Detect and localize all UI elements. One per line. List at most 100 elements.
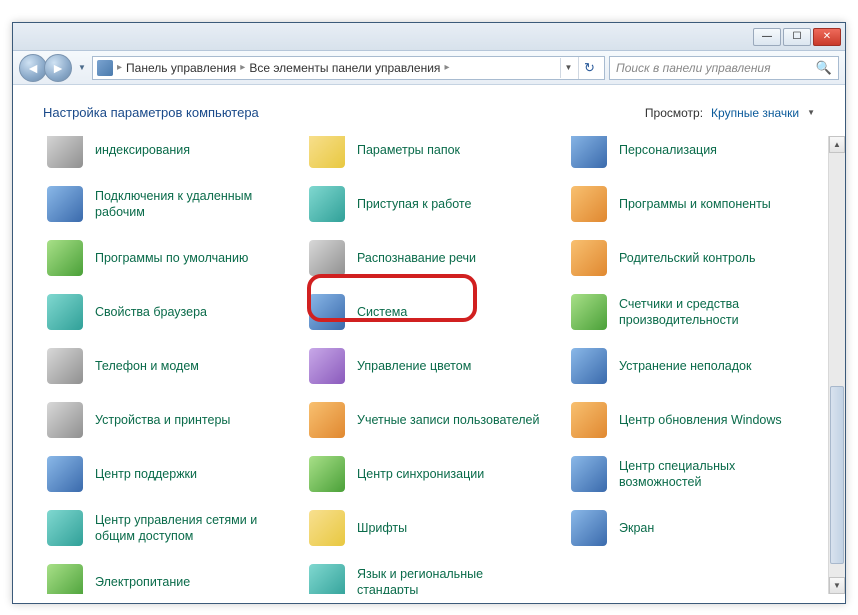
control-panel-item-getting-started[interactable]: Приступая к работе (303, 180, 551, 228)
control-panel-item-display[interactable]: Экран (565, 504, 813, 552)
scroll-track[interactable] (829, 153, 845, 577)
item-label: Устранение неполадок (619, 358, 751, 374)
control-panel-item-internet-options[interactable]: Свойства браузера (41, 288, 289, 336)
item-label: Подключения к удаленным рабочим (95, 188, 283, 221)
control-panel-item-folder-options[interactable]: Параметры папок (303, 136, 551, 174)
search-placeholder: Поиск в панели управления (616, 61, 771, 75)
windows-update-icon (571, 402, 607, 438)
item-label: Устройства и принтеры (95, 412, 230, 428)
breadcrumb-seg-2[interactable]: Все элементы панели управления (249, 61, 440, 75)
chevron-down-icon: ▼ (807, 108, 815, 117)
fonts-icon (309, 510, 345, 546)
refresh-button[interactable]: ↻ (578, 57, 600, 79)
control-panel-item-speech-recognition[interactable]: Распознавание речи (303, 234, 551, 282)
control-panel-item-programs-features[interactable]: Программы и компоненты (565, 180, 813, 228)
getting-started-icon (309, 186, 345, 222)
maximize-button[interactable]: ☐ (783, 28, 811, 46)
scroll-down-button[interactable]: ▼ (829, 577, 845, 594)
close-button[interactable]: ✕ (813, 28, 841, 46)
item-label: Центр синхронизации (357, 466, 484, 482)
search-input[interactable]: Поиск в панели управления 🔍 (609, 56, 839, 80)
control-panel-item-windows-update[interactable]: Центр обновления Windows (565, 396, 813, 444)
control-panel-item-network-sharing[interactable]: Центр управления сетями и общим доступом (41, 504, 289, 552)
internet-options-icon (47, 294, 83, 330)
control-panel-item-default-programs[interactable]: Программы по умолчанию (41, 234, 289, 282)
system-icon (309, 294, 345, 330)
action-center-icon (47, 456, 83, 492)
control-panel-item-user-accounts[interactable]: Учетные записи пользователей (303, 396, 551, 444)
personalization-icon (571, 136, 607, 168)
nav-arrows: ◄ ► (19, 54, 72, 82)
back-button[interactable]: ◄ (19, 54, 47, 82)
item-label: Центр поддержки (95, 466, 197, 482)
main-panel: Настройка параметров компьютера Просмотр… (13, 85, 845, 603)
control-panel-item-personalization[interactable]: Персонализация (565, 136, 813, 174)
control-panel-item-troubleshooting[interactable]: Устранение неполадок (565, 342, 813, 390)
network-sharing-icon (47, 510, 83, 546)
control-panel-item-indexing[interactable]: индексирования (41, 136, 289, 174)
window: — ☐ ✕ ◄ ► ▼ ▸ Панель управления ▸ Все эл… (12, 22, 846, 604)
control-panel-item-ease-of-access[interactable]: Центр специальных возможностей (565, 450, 813, 498)
indexing-icon (47, 136, 83, 168)
breadcrumb-sep: ▸ (117, 62, 122, 73)
control-panel-item-fonts[interactable]: Шрифты (303, 504, 551, 552)
region-language-icon (309, 564, 345, 594)
control-panel-item-action-center[interactable]: Центр поддержки (41, 450, 289, 498)
item-label: Центр специальных возможностей (619, 458, 807, 491)
control-panel-item-devices-printers[interactable]: Устройства и принтеры (41, 396, 289, 444)
item-label: Язык и региональные стандарты (357, 566, 545, 594)
control-panel-item-parental-controls[interactable]: Родительский контроль (565, 234, 813, 282)
breadcrumb-sep: ▸ (444, 62, 449, 73)
speech-recognition-icon (309, 240, 345, 276)
item-label: Программы и компоненты (619, 196, 771, 212)
control-panel-icon (97, 60, 113, 76)
item-label: Телефон и модем (95, 358, 199, 374)
user-accounts-icon (309, 402, 345, 438)
titlebar: — ☐ ✕ (13, 23, 845, 51)
control-panel-item-remote-connections[interactable]: Подключения к удаленным рабочим (41, 180, 289, 228)
view-control[interactable]: Просмотр: Крупные значки ▼ (645, 106, 815, 120)
view-value: Крупные значки (711, 106, 799, 120)
item-label: Программы по умолчанию (95, 250, 248, 266)
item-label: Электропитание (95, 574, 190, 590)
page-title: Настройка параметров компьютера (43, 105, 259, 120)
minimize-button[interactable]: — (753, 28, 781, 46)
item-label: Свойства браузера (95, 304, 207, 320)
forward-button[interactable]: ► (44, 54, 72, 82)
troubleshooting-icon (571, 348, 607, 384)
parental-controls-icon (571, 240, 607, 276)
item-label: Параметры папок (357, 142, 460, 158)
folder-options-icon (309, 136, 345, 168)
item-label: Шрифты (357, 520, 407, 536)
item-label: Счетчики и средства производительности (619, 296, 807, 329)
color-management-icon (309, 348, 345, 384)
display-icon (571, 510, 607, 546)
vertical-scrollbar[interactable]: ▲ ▼ (828, 136, 845, 594)
item-label: Приступая к работе (357, 196, 471, 212)
nav-history-dropdown[interactable]: ▼ (76, 57, 88, 79)
item-label: Распознавание речи (357, 250, 476, 266)
control-panel-item-power-options[interactable]: Электропитание (41, 558, 289, 594)
control-panel-item-system[interactable]: Система (303, 288, 551, 336)
control-panel-item-sync-center[interactable]: Центр синхронизации (303, 450, 551, 498)
navbar: ◄ ► ▼ ▸ Панель управления ▸ Все элементы… (13, 51, 845, 85)
devices-printers-icon (47, 402, 83, 438)
address-bar[interactable]: ▸ Панель управления ▸ Все элементы панел… (92, 56, 605, 80)
address-dropdown[interactable]: ▼ (560, 58, 576, 78)
header-row: Настройка параметров компьютера Просмотр… (13, 85, 845, 136)
item-label: Персонализация (619, 142, 717, 158)
content: Настройка параметров компьютера Просмотр… (13, 85, 845, 603)
ease-of-access-icon (571, 456, 607, 492)
control-panel-item-color-management[interactable]: Управление цветом (303, 342, 551, 390)
item-label: Система (357, 304, 407, 320)
search-icon: 🔍 (816, 60, 832, 76)
breadcrumb-seg-1[interactable]: Панель управления (126, 61, 236, 75)
scroll-up-button[interactable]: ▲ (829, 136, 845, 153)
item-label: Центр обновления Windows (619, 412, 782, 428)
control-panel-item-performance[interactable]: Счетчики и средства производительности (565, 288, 813, 336)
control-panel-item-region-language[interactable]: Язык и региональные стандарты (303, 558, 551, 594)
scroll-thumb[interactable] (830, 386, 844, 564)
item-label: Родительский контроль (619, 250, 755, 266)
breadcrumb-sep: ▸ (240, 62, 245, 73)
control-panel-item-phone-modem[interactable]: Телефон и модем (41, 342, 289, 390)
